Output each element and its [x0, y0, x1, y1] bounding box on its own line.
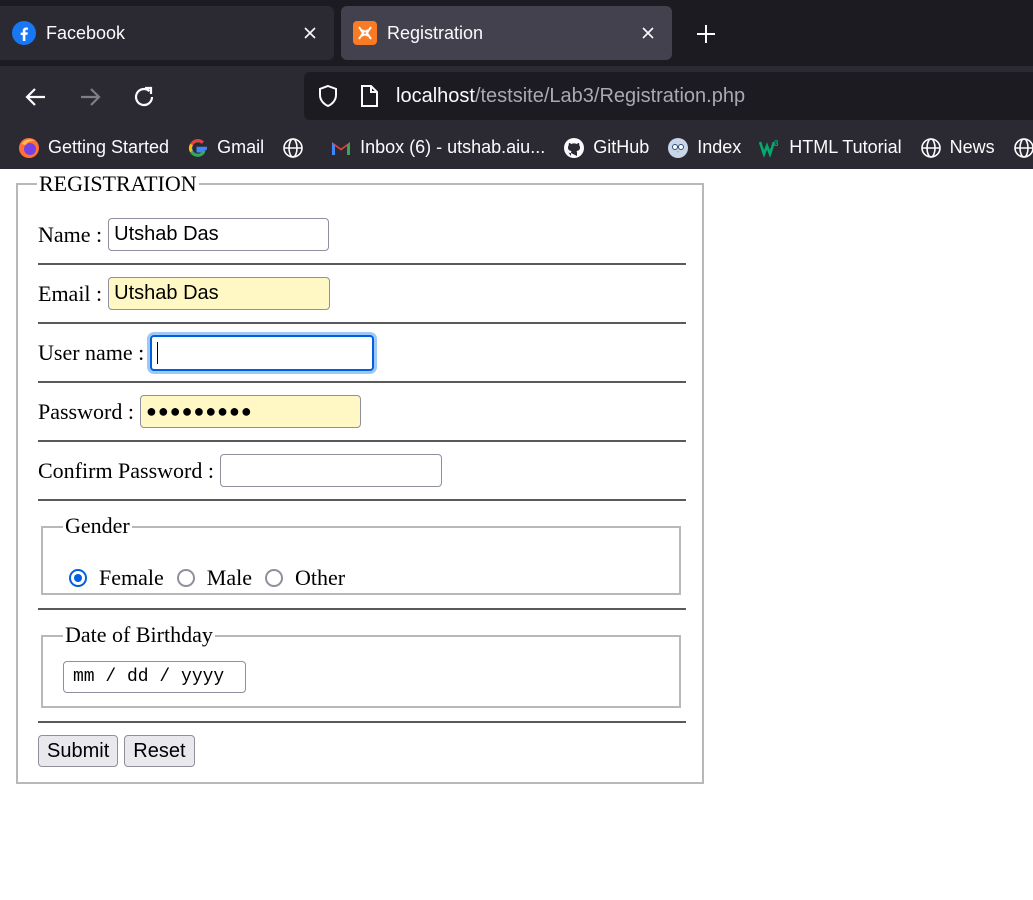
bookmark-label: Index — [697, 137, 742, 157]
submit-button[interactable]: Submit — [38, 735, 119, 767]
name-label: Name : — [38, 221, 103, 247]
globe-icon — [283, 137, 303, 158]
tab-registration[interactable]: Registration — [341, 6, 672, 60]
bookmark-globe-overflow[interactable] — [1013, 137, 1033, 159]
bookmark-getting-started[interactable]: Getting Started — [18, 137, 169, 159]
navigation-toolbar: localhost/testsite/Lab3/Registration.php — [0, 66, 1033, 126]
dob-fieldset: Date of Birthday mm / dd / yyyy — [41, 622, 681, 708]
url-path: /testsite/Lab3/Registration.php — [474, 84, 746, 107]
bookmark-index[interactable]: Index — [667, 137, 741, 159]
xampp-icon — [353, 21, 377, 45]
bookmark-inbox[interactable]: Inbox (6) - utshab.aiu... — [330, 137, 545, 159]
firefox-icon — [19, 137, 39, 158]
bookmarks-toolbar: Getting Started Gmail Inbox (6) - utshab… — [0, 126, 1033, 169]
bookmark-label: Getting Started — [48, 137, 170, 157]
username-input[interactable] — [150, 335, 375, 371]
bookmark-label: Gmail — [217, 137, 265, 157]
email-input[interactable]: Utshab Das — [108, 277, 331, 310]
email-row: Email : Utshab Das — [38, 277, 331, 310]
radio-female[interactable] — [69, 569, 87, 587]
bookmark-gmail-google[interactable]: Gmail — [187, 137, 264, 159]
page-icon[interactable] — [358, 84, 380, 108]
confirm-password-input[interactable] — [220, 454, 442, 487]
close-icon[interactable] — [300, 23, 320, 43]
bookmark-html-tutorial[interactable]: 3 HTML Tutorial — [759, 137, 902, 159]
globe-icon — [920, 137, 941, 158]
google-icon — [189, 138, 208, 157]
tab-label: Facebook — [46, 22, 126, 43]
bookmark-label: GitHub — [593, 137, 650, 157]
text-caret — [157, 342, 159, 364]
owl-icon — [668, 137, 689, 158]
gender-fieldset: Gender Female Male Other — [41, 513, 681, 595]
globe-icon — [1013, 137, 1033, 158]
email-label: Email : — [38, 280, 103, 306]
confirm-password-row: Confirm Password : — [38, 454, 442, 487]
bookmark-label: Inbox (6) - utshab.aiu... — [360, 137, 546, 157]
gender-options: Female Male Other — [69, 565, 358, 591]
divider — [38, 322, 686, 324]
dob-legend: Date of Birthday — [63, 622, 215, 648]
divider — [38, 381, 686, 383]
gmail-icon — [332, 141, 351, 155]
divider — [38, 440, 686, 442]
w3schools-icon: 3 — [759, 139, 779, 158]
name-input[interactable]: Utshab Das — [108, 218, 330, 251]
username-label: User name : — [38, 340, 145, 365]
facebook-icon — [12, 21, 36, 45]
radio-male[interactable] — [176, 569, 195, 587]
divider — [38, 499, 686, 501]
button-row: Submit Reset — [38, 735, 201, 767]
new-tab-plus-icon[interactable] — [694, 22, 718, 46]
username-row: User name : — [38, 335, 375, 371]
divider — [38, 263, 686, 265]
divider — [38, 608, 686, 610]
password-label: Password : — [38, 398, 134, 424]
bookmark-label: News — [949, 137, 995, 157]
password-input[interactable]: ●●●●●●●●● — [139, 395, 361, 428]
forward-arrow-icon[interactable] — [77, 84, 103, 110]
password-mask: ●●●●●●●●● — [145, 401, 253, 421]
password-row: Password : ●●●●●●●●● — [38, 395, 361, 428]
divider — [38, 721, 686, 723]
radio-label-male[interactable]: Male — [207, 565, 252, 591]
radio-label-female[interactable]: Female — [99, 565, 164, 591]
address-bar[interactable]: localhost/testsite/Lab3/Registration.php — [304, 72, 1033, 120]
birthday-date-input[interactable]: mm / dd / yyyy — [63, 661, 246, 693]
registration-legend: REGISTRATION — [37, 171, 199, 197]
close-icon[interactable] — [638, 23, 658, 43]
reload-icon[interactable] — [131, 84, 157, 110]
gender-legend: Gender — [63, 513, 132, 539]
name-row: Name : Utshab Das — [38, 218, 330, 251]
url-host: localhost — [396, 84, 475, 107]
bookmark-globe[interactable] — [282, 137, 312, 159]
tab-label: Registration — [387, 22, 484, 43]
github-icon — [564, 137, 585, 158]
tab-strip: Facebook Registration — [0, 0, 1033, 66]
bookmark-github[interactable]: GitHub — [563, 137, 649, 159]
tab-facebook[interactable]: Facebook — [0, 6, 334, 60]
svg-text:3: 3 — [774, 139, 779, 148]
radio-other[interactable] — [264, 569, 283, 587]
radio-label-other[interactable]: Other — [295, 565, 345, 591]
reset-button[interactable]: Reset — [124, 735, 195, 767]
shield-icon[interactable] — [316, 84, 340, 108]
registration-fieldset: REGISTRATION Name : Utshab Das Email : U… — [16, 171, 704, 784]
bookmark-news[interactable]: News — [920, 137, 995, 159]
confirm-password-label: Confirm Password : — [38, 457, 214, 483]
back-arrow-icon[interactable] — [23, 84, 49, 110]
bookmark-label: HTML Tutorial — [789, 137, 902, 157]
